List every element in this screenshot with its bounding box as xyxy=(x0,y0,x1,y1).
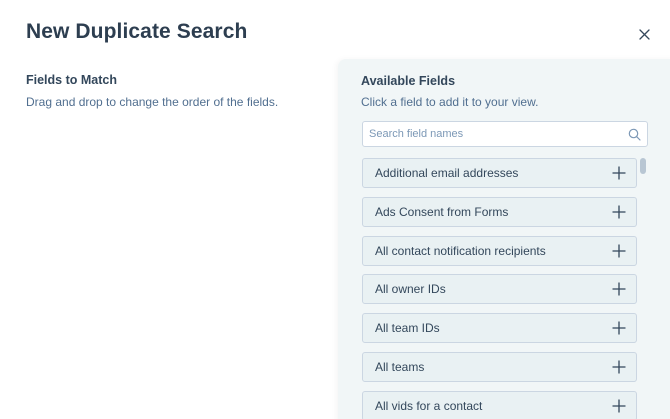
available-field-list: Additional email addresses Ads Consent f… xyxy=(362,158,637,419)
search-icon[interactable] xyxy=(627,127,641,141)
field-item-all-vids-for-a-contact[interactable]: All vids for a contact xyxy=(362,390,637,419)
fields-to-match-subtext: Drag and drop to change the order of the… xyxy=(26,95,279,109)
field-label: All owner IDs xyxy=(375,282,446,297)
plus-icon[interactable] xyxy=(611,165,627,181)
search-field-input[interactable] xyxy=(369,128,627,140)
field-label: All vids for a contact xyxy=(375,398,483,413)
available-fields-heading: Available Fields xyxy=(361,74,456,88)
field-label: All contact notification recipients xyxy=(375,243,546,258)
dialog-title: New Duplicate Search xyxy=(26,20,248,43)
field-item-all-contact-notification-recipients[interactable]: All contact notification recipients xyxy=(362,235,637,266)
plus-icon[interactable] xyxy=(611,320,627,336)
available-fields-subtext: Click a field to add it to your view. xyxy=(361,95,539,109)
fields-to-match-pane: Fields to Match Drag and drop to change … xyxy=(26,73,326,109)
field-item-all-owner-ids[interactable]: All owner IDs xyxy=(362,274,637,305)
plus-icon[interactable] xyxy=(611,243,627,259)
plus-icon[interactable] xyxy=(611,398,627,414)
field-label: All team IDs xyxy=(375,321,440,336)
field-item-all-team-ids[interactable]: All team IDs xyxy=(362,313,637,344)
field-item-all-teams[interactable]: All teams xyxy=(362,351,637,382)
plus-icon[interactable] xyxy=(611,281,627,297)
scrollbar-thumb[interactable] xyxy=(640,158,646,174)
field-label: Ads Consent from Forms xyxy=(375,204,509,219)
plus-icon[interactable] xyxy=(611,204,627,220)
field-label: All teams xyxy=(375,359,425,374)
field-list-scrollbar[interactable] xyxy=(640,158,646,419)
fields-to-match-heading: Fields to Match xyxy=(26,73,117,87)
field-item-additional-email-addresses[interactable]: Additional email addresses xyxy=(362,158,637,188)
field-item-ads-consent-from-forms[interactable]: Ads Consent from Forms xyxy=(362,196,637,227)
plus-icon[interactable] xyxy=(611,359,627,375)
available-fields-pane: Available Fields Click a field to add it… xyxy=(338,59,670,419)
close-button[interactable] xyxy=(634,24,654,44)
field-label: Additional email addresses xyxy=(375,166,519,180)
close-icon xyxy=(638,28,650,40)
search-field-box xyxy=(362,121,648,147)
